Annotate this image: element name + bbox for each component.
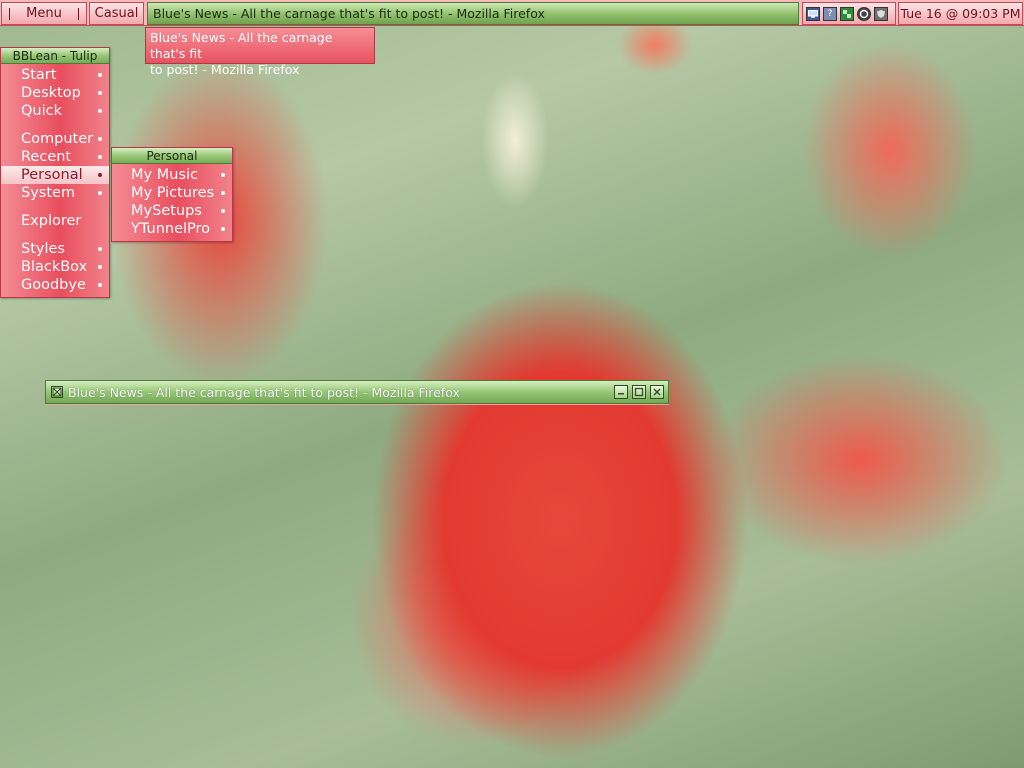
menu-button[interactable]: Menu [1,2,87,25]
menu-item-personal[interactable]: Personal [1,166,109,184]
submenu-arrow-icon [98,137,102,141]
menu-separator [1,230,109,240]
submenu-arrow-icon [98,91,102,95]
submenu-arrow-icon [98,109,102,113]
menu-item-desktop[interactable]: Desktop [1,84,109,102]
menu-button-label: Menu [26,6,62,21]
system-tray: ? [802,2,896,25]
submenu-arrow-icon [98,173,102,177]
submenu-arrow-icon [221,209,225,213]
menu-item-quick[interactable]: Quick [1,102,109,120]
tooltip-line-1: Blue's News - All the carnage that's fit [150,30,333,61]
minimize-button[interactable] [614,385,628,399]
submenu-item-label: MySetups [131,203,202,219]
skype-icon[interactable] [857,6,871,21]
menu-item-label: Start [21,67,57,83]
menu-item-label: Desktop [21,85,81,101]
monitor-icon[interactable] [806,6,820,21]
menu-item-label: System [21,185,76,201]
menu-item-start[interactable]: Start [1,66,109,84]
menu-item-label: Goodbye [21,277,86,293]
menu-item-label: BlackBox [21,259,88,275]
submenu-item-ytunnelpro[interactable]: YTunnelPro [112,220,232,238]
menu-item-recent[interactable]: Recent [1,148,109,166]
network-icon[interactable] [840,6,854,21]
taskbar-item-firefox[interactable]: Blue's News - All the carnage that's fit… [147,2,799,25]
personal-submenu: Personal My Music My Pictures MySetups Y… [111,147,233,242]
menu-item-label: Personal [21,167,83,183]
workspace-button[interactable]: Casual [89,2,144,25]
menu-item-system[interactable]: System [1,184,109,202]
menu-item-styles[interactable]: Styles [1,240,109,258]
submenu-arrow-icon [98,247,102,251]
taskbar-tooltip: Blue's News - All the carnage that's fit… [145,27,375,77]
root-menu-title: BBLean - Tulip [1,48,109,64]
shield-icon[interactable] [874,6,888,21]
menu-item-explorer[interactable]: Explorer [1,212,109,230]
root-menu-body: Start Desktop Quick Computer Recent Pers… [1,64,109,297]
submenu-arrow-icon [221,191,225,195]
submenu-arrow-icon [98,73,102,77]
submenu-title: Personal [112,148,232,164]
clock-text: Tue 16 @ 09:03 PM [900,6,1021,21]
menu-item-label: Computer [21,131,94,147]
menu-item-label: Explorer [21,213,82,229]
submenu-arrow-icon [221,227,225,231]
taskbar-item-label: Blue's News - All the carnage that's fit… [153,6,545,21]
menu-item-goodbye[interactable]: Goodbye [1,276,109,294]
window-menu-icon[interactable] [51,386,63,398]
menu-item-label: Recent [21,149,72,165]
tooltip-line-2: to post! - Mozilla Firefox [150,62,300,77]
close-button[interactable] [650,385,664,399]
submenu-body: My Music My Pictures MySetups YTunnelPro [112,164,232,241]
clock[interactable]: Tue 16 @ 09:03 PM [898,2,1023,25]
submenu-item-my-music[interactable]: My Music [112,166,232,184]
root-menu: BBLean - Tulip Start Desktop Quick Compu… [0,47,110,298]
right-separator [78,8,79,20]
toolbar: Menu Casual Blue's News - All the carnag… [0,0,1024,26]
menu-item-label: Styles [21,241,65,257]
menu-separator [1,202,109,212]
submenu-item-mysetups[interactable]: MySetups [112,202,232,220]
menu-item-computer[interactable]: Computer [1,130,109,148]
submenu-arrow-icon [98,265,102,269]
submenu-item-label: YTunnelPro [131,221,211,237]
submenu-arrow-icon [221,173,225,177]
submenu-arrow-icon [98,155,102,159]
left-separator [9,8,10,20]
window-title: Blue's News - All the carnage that's fit… [68,384,460,400]
maximize-button[interactable] [632,385,646,399]
menu-separator [1,120,109,130]
submenu-item-my-pictures[interactable]: My Pictures [112,184,232,202]
submenu-arrow-icon [98,283,102,287]
firefox-window-titlebar[interactable]: Blue's News - All the carnage that's fit… [45,380,669,404]
submenu-item-label: My Music [131,167,198,183]
help-icon[interactable]: ? [823,6,837,21]
menu-item-blackbox[interactable]: BlackBox [1,258,109,276]
workspace-label: Casual [94,6,139,21]
menu-item-label: Quick [21,103,63,119]
submenu-item-label: My Pictures [131,185,215,201]
submenu-arrow-icon [98,191,102,195]
